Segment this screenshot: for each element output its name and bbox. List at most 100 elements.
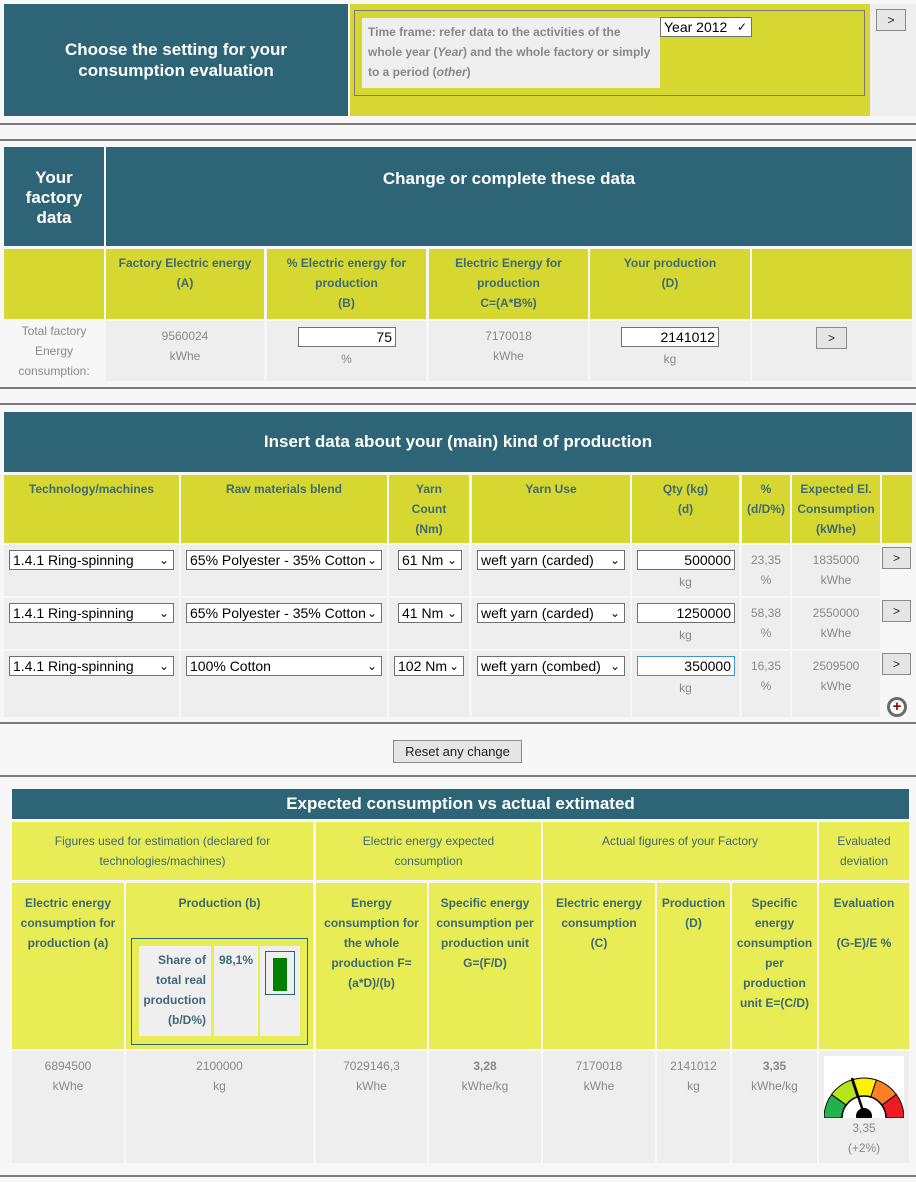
blend-select[interactable]: 65% Polyester - 35% Cotton ⌄ — [186, 550, 382, 570]
summary-value-d: 2141012 kg — [657, 1051, 730, 1163]
chevron-down-icon: ⌄ — [446, 606, 457, 620]
plus-circle-icon: + — [892, 698, 902, 715]
table-row-cell-pct: 58,38% — [742, 598, 790, 649]
divider — [0, 403, 916, 405]
tech-select[interactable]: 1.4.1 Ring-spinning ⌄ — [9, 603, 174, 623]
summary-value-eval: 3,35 (+2%) — [819, 1051, 909, 1163]
table-row-cell-expected: 1835000 kWhe — [792, 545, 880, 596]
prod-col-count: Yarn Count (Nm) — [389, 475, 469, 543]
factory-col-header-b: % Electric energy for production (B) — [267, 249, 426, 319]
summary-col-a: Electric energy consumption for producti… — [12, 883, 124, 1049]
prod-col-use: Yarn Use — [472, 475, 630, 543]
summary-group-actual: Actual figures of your Factory — [543, 822, 817, 880]
chevron-down-icon: ⌄ — [366, 659, 377, 673]
factory-production-cell: 2141012 kg — [590, 321, 750, 381]
qty-input[interactable]: 1250000 — [637, 603, 735, 623]
timeframe-select[interactable]: Year 2012 ✓ — [660, 17, 752, 37]
table-row-cell-expected: 2550000 kWhe — [792, 598, 880, 649]
factory-energy-value: 9560024 — [161, 329, 209, 343]
prod-energy-value: 7170018 — [485, 329, 532, 343]
chevron-down-icon: ⌄ — [446, 553, 457, 567]
add-row-button[interactable]: + — [887, 697, 907, 717]
prod-col-expected: Expected El. Consumption (kWhe) — [792, 475, 880, 543]
summary-col-c: Electric energy consumption (C) — [543, 883, 655, 1049]
factory-energy-cell: 9560024 kWhe — [106, 321, 264, 381]
yarn-count-select[interactable]: 41 Nm ⌄ — [398, 603, 462, 623]
chevron-down-icon: ⌄ — [158, 606, 169, 620]
summary-value-a: 6894500 kWhe — [12, 1051, 124, 1163]
summary-col-eval: Evaluation (G-E)/E % — [819, 883, 909, 1049]
yarn-count-select[interactable]: 102 Nm ⌄ — [394, 656, 464, 676]
divider — [0, 387, 916, 389]
tech-select[interactable]: 1.4.1 Ring-spinning ⌄ — [9, 656, 174, 676]
chevron-down-icon: ⌄ — [609, 606, 620, 620]
prod-col-tech: Technology/machines — [4, 475, 179, 543]
summary-value-c: 7170018 kWhe — [543, 1051, 655, 1163]
qty-input[interactable]: 500000 — [637, 550, 735, 570]
blend-select[interactable]: 100% Cotton ⌄ — [186, 656, 382, 676]
table-row-cell-qty: 350000 kg — [632, 651, 739, 717]
chevron-down-icon: ⌄ — [158, 659, 169, 673]
summary-value-b: 2100000 kg — [126, 1051, 313, 1163]
factory-col-header-c: Electric Energy for production C=(A*B%) — [429, 249, 588, 319]
share-bar-fill — [273, 958, 287, 991]
summary-value-g: 3,28 kWhe/kg — [429, 1051, 541, 1163]
percent-input[interactable]: 75 — [298, 327, 396, 347]
summary-value-f: 7029146,3 kWhe — [316, 1051, 427, 1163]
settings-go-button[interactable]: > — [876, 9, 906, 31]
factory-row-label: Total factory Energy consumption: — [18, 324, 90, 378]
factory-col-header-empty-right — [752, 249, 912, 319]
table-row-cell-expected: 2509500 kWhe — [792, 651, 880, 717]
summary-group-expected: Electric energy expected consumption — [316, 822, 541, 880]
factory-go-button[interactable]: > — [816, 327, 847, 349]
factory-percent-cell: 75 % — [267, 321, 426, 381]
factory-header: Change or complete these data — [106, 147, 912, 246]
row-go-button[interactable]: > — [882, 547, 911, 569]
chevron-down-icon: ✓ — [736, 20, 747, 34]
settings-title: Choose the setting for your consumption … — [65, 40, 287, 80]
yarn-use-select[interactable]: weft yarn (carded) ⌄ — [477, 550, 625, 570]
prod-col-qty: Qty (kg) (d) — [632, 475, 739, 543]
summary-col-d: Production (D) — [657, 883, 730, 1049]
factory-side-title-panel: Your factory data — [4, 147, 104, 246]
factory-col-header-a: Factory Electric energy (A) — [106, 249, 264, 319]
reset-button[interactable]: Reset any change — [393, 740, 522, 763]
qty-input[interactable]: 350000 — [637, 656, 735, 676]
divider — [0, 123, 916, 125]
row-go-button[interactable]: > — [882, 653, 911, 675]
prod-col-blend: Raw materials blend — [181, 475, 387, 543]
share-value: 98,1% — [214, 946, 258, 1036]
divider — [0, 1175, 916, 1177]
timeframe-description: Time frame: refer data to the activities… — [362, 18, 660, 88]
summary-header: Expected consumption vs actual extimated — [12, 789, 909, 819]
divider — [0, 722, 916, 724]
summary-col-f: Energy consumption for the whole product… — [316, 883, 427, 1049]
chevron-down-icon: ⌄ — [448, 659, 459, 673]
divider — [0, 139, 916, 141]
blend-select[interactable]: 65% Polyester - 35% Cotton ⌄ — [186, 603, 382, 623]
divider — [0, 775, 916, 777]
yarn-use-select[interactable]: weft yarn (combed) ⌄ — [477, 656, 625, 676]
table-row-cell-qty: 500000 kg — [632, 545, 739, 596]
table-row-cell-pct: 23,35% — [742, 545, 790, 596]
summary-value-e: 3,35 kWhe/kg — [732, 1051, 817, 1163]
chevron-down-icon: ⌄ — [158, 553, 169, 567]
chevron-down-icon: ⌄ — [609, 553, 620, 567]
share-label: Share of total real production (b/D%) — [139, 946, 211, 1036]
yarn-count-select[interactable]: 61 Nm ⌄ — [398, 550, 462, 570]
row-go-button[interactable]: > — [882, 600, 911, 622]
chevron-down-icon: ⌄ — [609, 659, 620, 673]
prod-col-pct: % (d/D%) — [742, 475, 790, 543]
production-input[interactable]: 2141012 — [621, 327, 719, 347]
tech-select[interactable]: 1.4.1 Ring-spinning ⌄ — [9, 550, 174, 570]
summary-group-estimation: Figures used for estimation (declared fo… — [12, 822, 313, 880]
prod-col-actions — [882, 475, 912, 543]
factory-prod-energy-cell: 7170018 kWhe — [429, 321, 588, 381]
production-header: Insert data about your (main) kind of pr… — [4, 412, 912, 472]
summary-group-deviation: Evaluated deviation — [819, 822, 909, 880]
yarn-use-select[interactable]: weft yarn (carded) ⌄ — [477, 603, 625, 623]
settings-title-panel: Choose the setting for your consumption … — [4, 4, 348, 116]
summary-col-g: Specific energy consumption per producti… — [429, 883, 541, 1049]
factory-col-header-d: Your production (D) — [590, 249, 750, 319]
chevron-down-icon: ⌄ — [366, 553, 377, 567]
